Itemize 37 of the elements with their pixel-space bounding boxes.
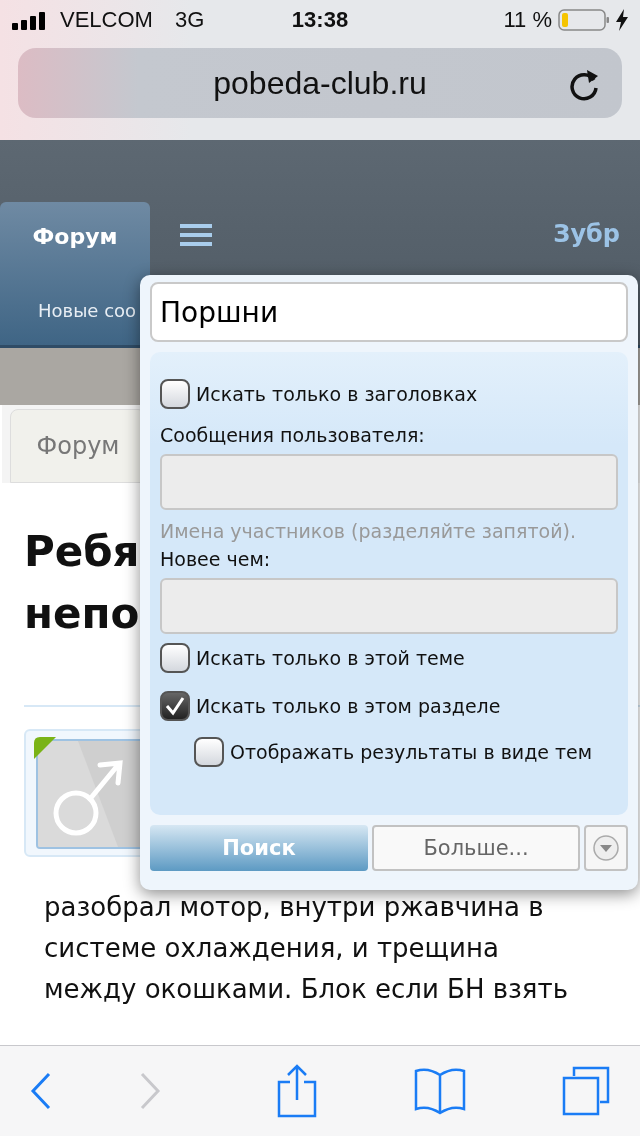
thread-title: непо: [24, 588, 140, 640]
bookmarks-icon[interactable]: [413, 1067, 466, 1115]
checkbox-label: Искать только в заголовках: [196, 383, 478, 405]
share-icon[interactable]: [277, 1064, 317, 1118]
checkbox-label: Искать только в этой теме: [196, 647, 465, 669]
url-text: pobeda-club.ru: [213, 64, 427, 102]
checkbox[interactable]: [160, 379, 190, 409]
checkbox[interactable]: [160, 691, 190, 721]
tabs-icon[interactable]: [562, 1066, 610, 1116]
more-button[interactable]: Больше...: [372, 825, 580, 871]
checkbox-label: Отображать результаты в виде тем: [230, 741, 593, 763]
thread-title: Ребя: [24, 526, 140, 578]
input-field[interactable]: [160, 578, 618, 634]
username-link[interactable]: Зубр: [553, 220, 620, 248]
field-hint: Имена участников (разделяйте запятой).: [160, 520, 577, 542]
charging-icon: [616, 9, 628, 31]
subnav-link[interactable]: Новые соо: [38, 300, 137, 321]
dropdown-button[interactable]: [584, 825, 628, 871]
checkbox[interactable]: [194, 737, 224, 767]
input-field[interactable]: [160, 454, 618, 510]
checkbox[interactable]: [160, 643, 190, 673]
post-text: разобрал мотор, внутри ржавчина в системе охлаждения, и трещина между окошками. Блок если БН взять: [43, 891, 569, 1006]
field-label: Новее чем:: [160, 548, 272, 570]
search-field[interactable]: Поршни: [150, 282, 628, 342]
battery-icon: [558, 8, 610, 32]
battery-percent: 11 %: [503, 7, 552, 33]
corner-badge-icon: [34, 737, 56, 759]
address-bar[interactable]: pobeda-club.ru: [18, 48, 622, 118]
carrier-name: VELCOM: [60, 7, 153, 33]
caret-icon: [592, 834, 620, 862]
menu-icon[interactable]: [180, 224, 212, 246]
reload-icon[interactable]: [568, 68, 600, 102]
clock: 13:38: [291, 7, 349, 33]
checkbox-label: Искать только в этом разделе: [196, 695, 501, 717]
back-icon[interactable]: [30, 1072, 52, 1110]
network-type: 3G: [174, 7, 205, 33]
field-label: Сообщения пользователя:: [160, 424, 426, 446]
